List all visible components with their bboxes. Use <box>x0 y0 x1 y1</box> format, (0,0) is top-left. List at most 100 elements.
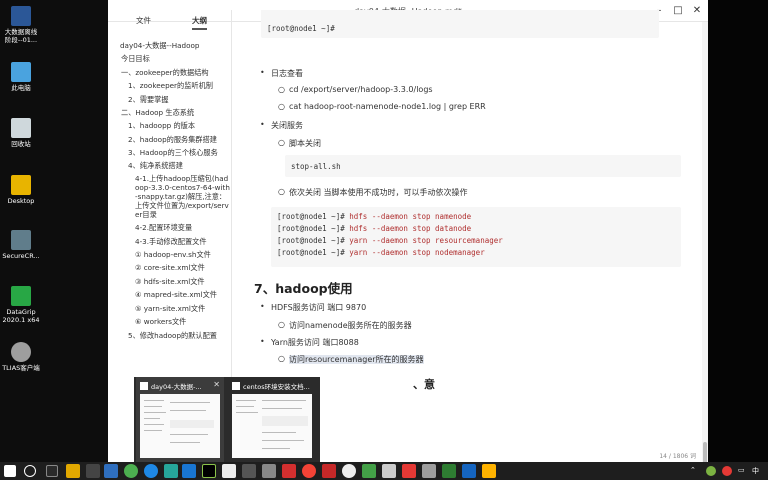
desktop-icon-word-doc[interactable]: 大数据离线 阶段--01... <box>2 6 40 44</box>
preview-title-text: centos环境安装文档... <box>243 383 310 391</box>
desktop-icon-securecrt[interactable]: SecureCR... <box>2 230 40 260</box>
chrome-icon[interactable] <box>124 464 138 478</box>
start-button[interactable] <box>4 465 16 477</box>
tray-app-icon[interactable] <box>722 466 732 476</box>
taskbar-app-icon[interactable] <box>302 464 316 478</box>
outline-item[interactable]: 1、zookeeper的监听机制 <box>108 79 232 92</box>
taskbar-app-icon[interactable] <box>382 464 396 478</box>
outline-item[interactable]: 5、修改hadoop的默认配置 <box>108 329 232 342</box>
outline-item[interactable]: 今日目标 <box>108 52 232 65</box>
typora-icon[interactable] <box>222 464 236 478</box>
taskbar-app-icon[interactable] <box>262 464 276 478</box>
task-view-icon[interactable] <box>46 465 58 477</box>
tab-files[interactable]: 文件 <box>136 15 151 26</box>
tab-outline[interactable]: 大纲 <box>192 15 207 30</box>
list-item-text: 访问namenode服务所在的服务器 <box>289 321 412 330</box>
outline-item[interactable]: 4-2.配置环境变量 <box>108 221 232 234</box>
code-command: hdfs --daemon stop namenode <box>349 212 472 221</box>
taskbar-app-icon[interactable] <box>104 464 118 478</box>
edge-icon[interactable] <box>144 464 158 478</box>
desktop-icon-label: 阶段--01... <box>4 36 38 44</box>
outline-item[interactable]: ⑥ workers文件 <box>108 315 232 328</box>
desktop-icon-label: 大数据离线 <box>4 28 38 36</box>
code-block-stop-all[interactable]: stop-all.sh <box>285 155 681 177</box>
outline-item[interactable]: 4-3.手动修改配置文件 <box>108 235 232 248</box>
code-prompt: [root@node1 ~]# <box>277 212 345 221</box>
desktop-icon-desktop-folder[interactable]: Desktop <box>2 175 40 205</box>
taskbar-app-icon[interactable] <box>242 464 256 478</box>
preview-title-text: day04-大数据-... <box>151 383 202 391</box>
taskbar-app-icon[interactable] <box>482 464 496 478</box>
outline-list: day04-大数据--Hadoop 今日目标 一、zookeeper的数据结构 … <box>108 39 232 342</box>
tray-app-icon[interactable] <box>706 466 716 476</box>
list-item-script-shutdown: ○ 脚本关闭 <box>278 138 321 149</box>
code-line: stop-all.sh <box>291 162 341 171</box>
outline-item[interactable]: 4-1.上传hadoop压缩包(hadoop-3.3.0-centos7-64-… <box>108 172 232 221</box>
outline-item[interactable]: 2、需要掌握 <box>108 93 232 106</box>
outline-item[interactable]: 一、zookeeper的数据结构 <box>108 66 232 79</box>
preview-thumb-centos[interactable]: centos环境安装文档... <box>228 377 316 462</box>
word-doc-icon <box>11 6 31 26</box>
desktop-right-area <box>708 0 768 462</box>
vscode-icon[interactable] <box>182 464 196 478</box>
outline-item[interactable]: ③ hdfs-site.xml文件 <box>108 275 232 288</box>
desktop-icon-tlias[interactable]: TLIAS客户端 <box>2 342 40 372</box>
list-item-text: Yarn服务访问 端口8088 <box>271 338 359 347</box>
taskbar-app-icon[interactable] <box>322 464 336 478</box>
folder-icon <box>11 175 31 195</box>
outline-item[interactable]: ② core-site.xml文件 <box>108 261 232 274</box>
outline-item[interactable]: ① hadoop-env.sh文件 <box>108 248 232 261</box>
taskbar-app-icon[interactable] <box>86 464 100 478</box>
taskbar-preview-popup: day04-大数据-... ✕ centos环境安装文档... <box>134 377 320 464</box>
code-line: [root@node1 ~]# <box>267 24 335 33</box>
close-icon[interactable]: ✕ <box>213 381 220 389</box>
taskbar-app-icon[interactable] <box>402 464 416 478</box>
desktop-icon-label: 此电脑 <box>11 84 31 92</box>
circle-bullet-icon: ○ <box>278 320 285 329</box>
network-icon[interactable]: ▭ <box>738 466 745 474</box>
bullet-icon: • <box>260 68 265 77</box>
outline-item[interactable]: 1、hadoopp 的版本 <box>108 119 232 132</box>
typora-icon <box>140 382 148 390</box>
desktop-icon-label: DataGrip <box>6 308 36 316</box>
outline-item[interactable]: day04-大数据--Hadoop <box>108 39 232 52</box>
desktop-icon-label: SecureCR... <box>2 252 40 260</box>
desktop-icon-recycle-bin[interactable]: 回收站 <box>2 118 40 148</box>
outline-item[interactable]: 3、Hadoop的三个核心服务 <box>108 146 232 159</box>
outline-item[interactable]: 二、Hadoop 生态系统 <box>108 106 232 119</box>
list-item-shutdown-each: ○ 依次关闭 当脚本使用不成功时，可以手动依次操作 <box>278 187 468 198</box>
datagrip-icon <box>11 286 31 306</box>
code-prompt: [root@node1 ~]# <box>277 236 345 245</box>
file-explorer-icon[interactable] <box>66 464 80 478</box>
list-item-hdfs-visit: ○ 访问namenode服务所在的服务器 <box>278 320 412 331</box>
code-block-stop-daemons[interactable]: [root@node1 ~]# hdfs --daemon stop namen… <box>271 207 681 267</box>
taskbar-app-icon[interactable] <box>282 464 296 478</box>
word-count[interactable]: 14 / 1806 词 <box>659 451 696 460</box>
outline-item[interactable]: ⑤ yarn-site.xml文件 <box>108 302 232 315</box>
preview-thumb-day04[interactable]: day04-大数据-... ✕ <box>136 377 224 462</box>
taskbar-app-icon[interactable] <box>462 464 476 478</box>
preview-image <box>140 394 220 458</box>
search-icon[interactable] <box>24 465 36 477</box>
computer-icon <box>11 62 31 82</box>
bullet-icon: • <box>260 120 265 129</box>
bullet-icon: • <box>260 337 265 346</box>
input-method-indicator[interactable]: 中 <box>752 466 759 476</box>
taskbar-app-icon[interactable] <box>342 464 356 478</box>
tray-up-arrow-icon[interactable]: ⌃ <box>690 466 696 474</box>
desktop-area: 大数据离线 阶段--01... 此电脑 回收站 Desktop SecureCR… <box>0 0 108 462</box>
circle-bullet-icon: ○ <box>278 354 285 363</box>
code-block-top[interactable]: [root@node1 ~]# <box>261 10 659 38</box>
list-item-text-highlighted: 访问resourcemanager所在的服务器 <box>289 355 424 364</box>
outline-item[interactable]: 2、hadoop的服务集群搭建 <box>108 133 232 146</box>
taskbar-app-icon[interactable] <box>422 464 436 478</box>
taskbar-app-icon[interactable] <box>362 464 376 478</box>
outline-item[interactable]: ④ mapred-site.xml文件 <box>108 288 232 301</box>
desktop-icon-datagrip[interactable]: DataGrip 2020.1 x64 <box>2 286 40 324</box>
taskbar-app-icon[interactable] <box>442 464 456 478</box>
taskbar-app-icon[interactable] <box>164 464 178 478</box>
outline-item[interactable]: 4、纯净系统搭建 <box>108 159 232 172</box>
code-line: [root@node1 ~]# hdfs --daemon stop datan… <box>277 224 471 233</box>
pycharm-icon[interactable] <box>202 464 216 478</box>
desktop-icon-this-pc[interactable]: 此电脑 <box>2 62 40 92</box>
